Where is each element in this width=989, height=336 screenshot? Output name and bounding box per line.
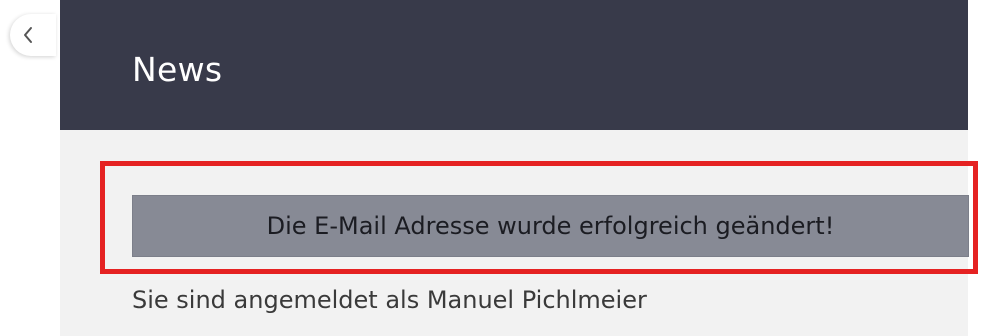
page: News Die E-Mail Adresse wurde erfolgreic… bbox=[0, 0, 989, 336]
login-status-text: Sie sind angemeldet als Manuel Pichlmeie… bbox=[132, 286, 647, 314]
panel-header: News bbox=[60, 0, 968, 130]
success-alert: Die E-Mail Adresse wurde erfolgreich geä… bbox=[132, 195, 969, 257]
panel-title: News bbox=[132, 50, 223, 89]
news-panel: News Die E-Mail Adresse wurde erfolgreic… bbox=[60, 0, 978, 336]
chevron-left-icon bbox=[23, 26, 33, 44]
back-button[interactable] bbox=[10, 14, 56, 56]
alert-message: Die E-Mail Adresse wurde erfolgreich geä… bbox=[266, 212, 835, 240]
